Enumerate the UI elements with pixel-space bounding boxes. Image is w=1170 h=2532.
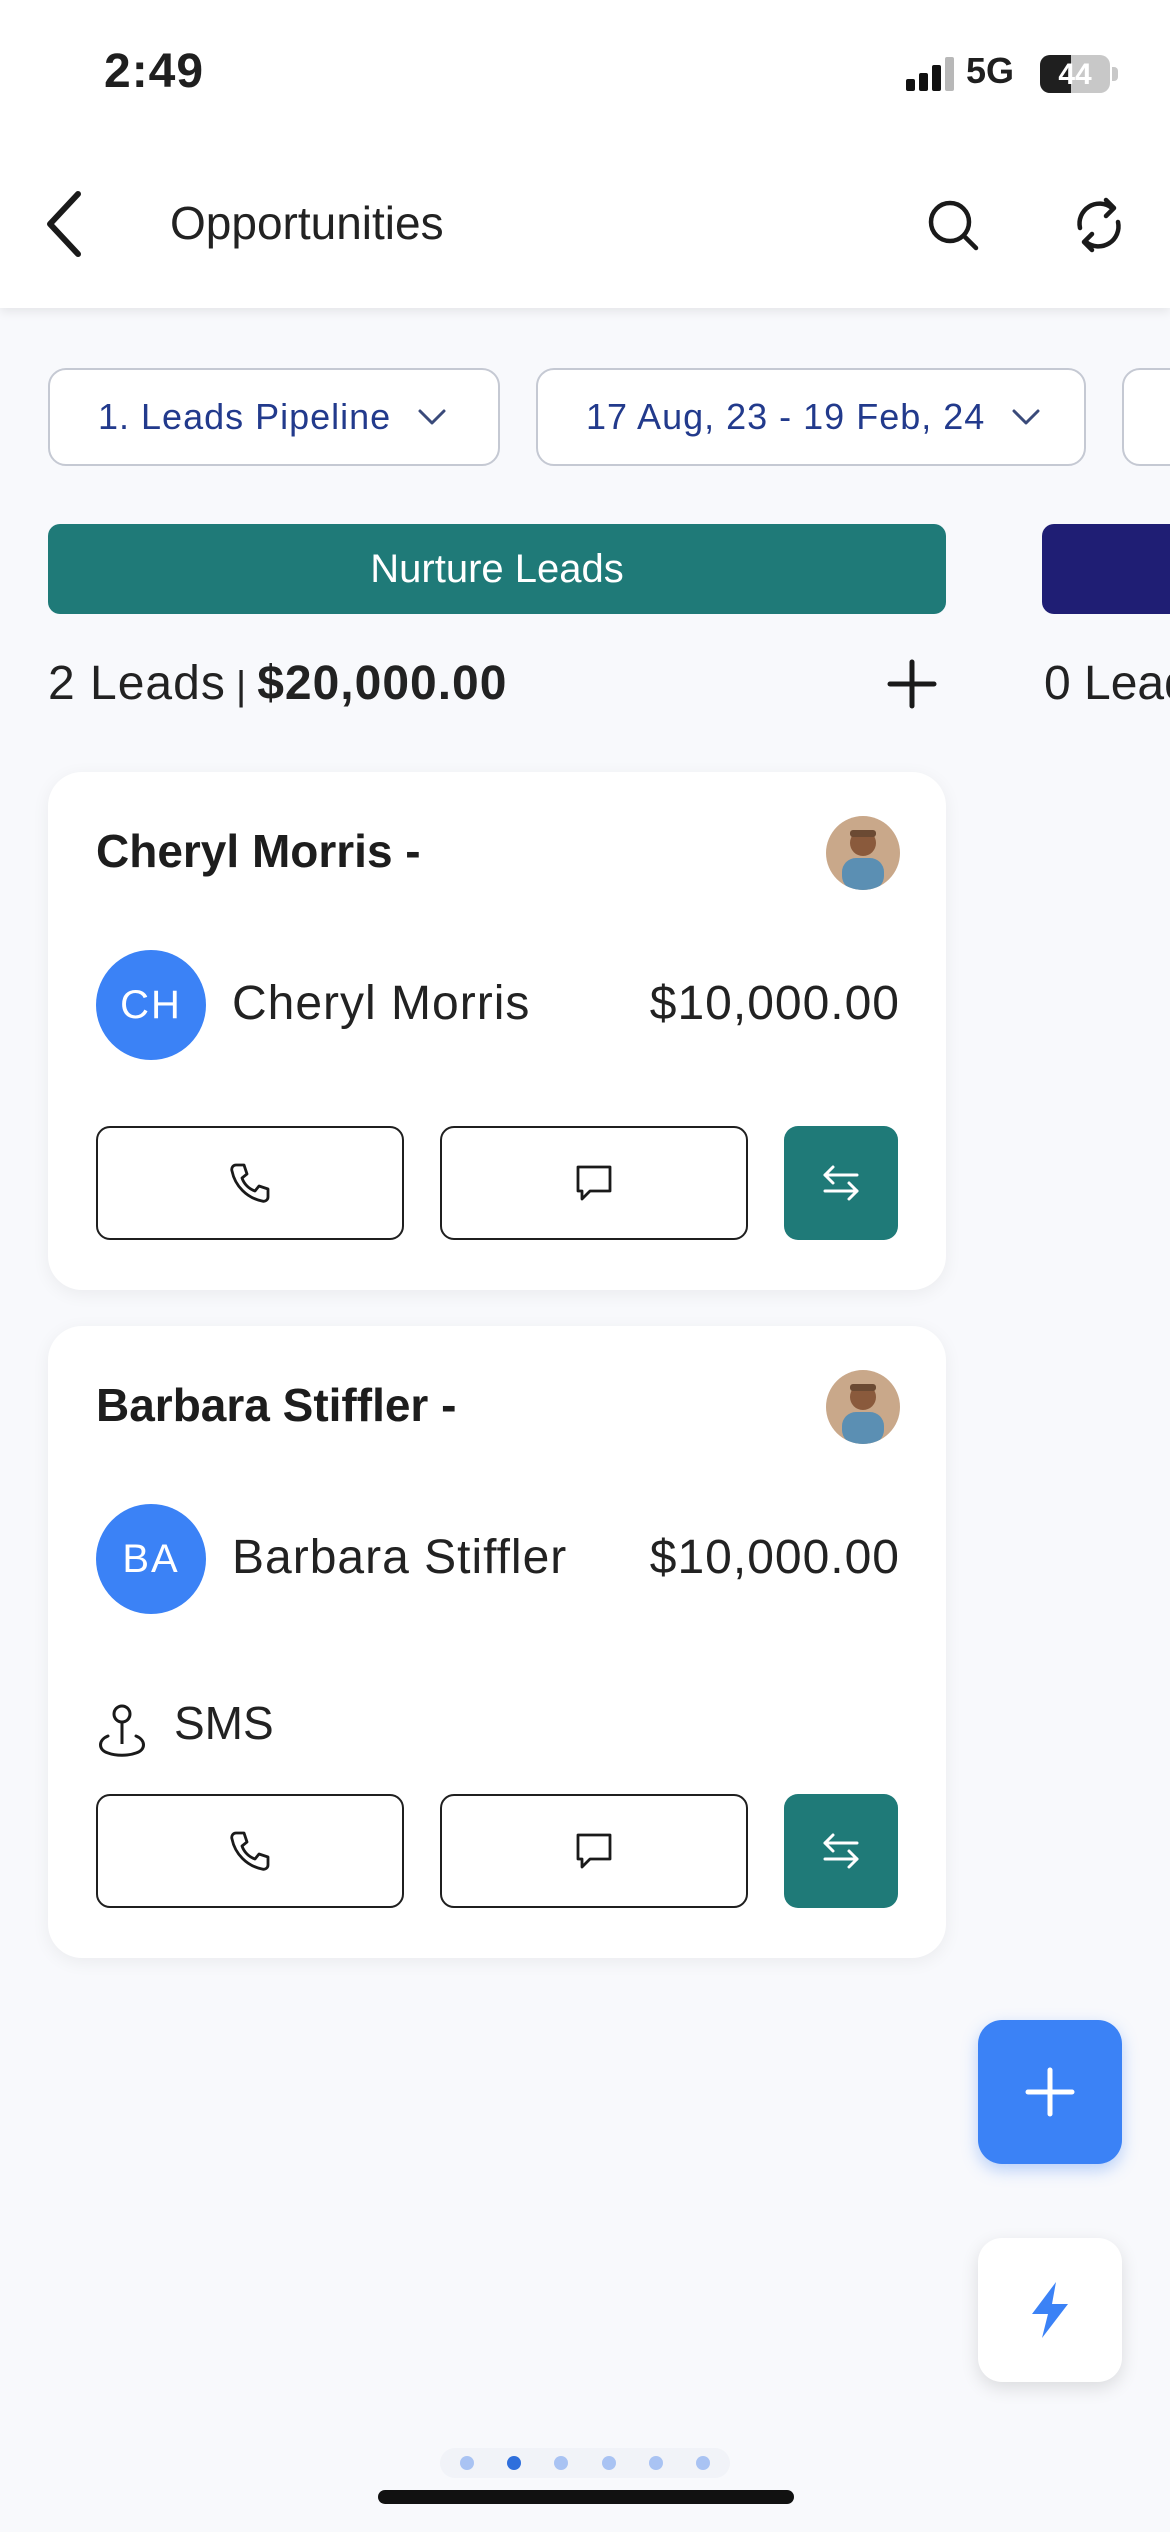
message-button[interactable] — [440, 1794, 748, 1908]
page-dot[interactable] — [695, 2456, 710, 2470]
opportunity-title: Cheryl Morris - — [96, 825, 421, 877]
battery-percentage: 44 — [1058, 58, 1092, 91]
home-indicator[interactable] — [378, 2490, 794, 2504]
stage-lead-count: 2 Leads — [48, 657, 226, 710]
stage-header-next[interactable] — [1042, 524, 1170, 614]
opportunity-title: Barbara Stiffler - — [96, 1379, 457, 1431]
opportunity-amount: $10,000.00 — [649, 1531, 900, 1584]
page-dot[interactable] — [460, 2456, 474, 2470]
additional-filter[interactable] — [1122, 368, 1170, 466]
battery-icon: 44 — [1040, 55, 1110, 93]
stage-lead-count: 0 Leads — [1044, 657, 1170, 710]
page-dot[interactable] — [648, 2456, 663, 2470]
plus-icon — [1025, 2067, 1075, 2117]
swap-arrows-icon — [823, 1833, 859, 1869]
message-icon — [576, 1165, 612, 1201]
opportunity-amount: $10,000.00 — [649, 977, 900, 1030]
message-button[interactable] — [440, 1126, 748, 1240]
message-icon — [576, 1833, 612, 1869]
date-range-select[interactable]: 17 Aug, 23 - 19 Feb, 24 — [536, 368, 1086, 466]
add-opportunity-fab[interactable] — [978, 2020, 1122, 2164]
chevron-down-icon — [418, 409, 446, 425]
battery-tip — [1112, 67, 1118, 81]
contact-name: Cheryl Morris — [232, 977, 531, 1030]
stage-summary: 2 Leads | $20,000.00 — [48, 656, 507, 711]
pipeline-select[interactable]: 1. Leads Pipeline — [48, 368, 500, 466]
owner-avatar[interactable] — [826, 1370, 900, 1444]
chevron-down-icon — [1012, 409, 1040, 425]
search-icon[interactable] — [920, 192, 986, 258]
source-pin-icon — [99, 1704, 145, 1757]
page-dot[interactable] — [554, 2456, 569, 2470]
lightning-bolt-icon — [1032, 2282, 1068, 2338]
stage-name: Nurture Leads — [370, 546, 624, 591]
cellular-signal-icon — [906, 57, 954, 91]
move-stage-button[interactable] — [784, 1126, 898, 1240]
chevron-left-icon[interactable] — [36, 186, 96, 262]
phone-icon — [230, 1163, 270, 1203]
call-button[interactable] — [96, 1126, 404, 1240]
lead-source: SMS — [174, 1697, 274, 1749]
page-dot[interactable] — [601, 2456, 616, 2470]
separator: | — [235, 664, 248, 708]
call-button[interactable] — [96, 1794, 404, 1908]
page-dot-active[interactable] — [507, 2456, 522, 2470]
page-title: Opportunities — [170, 197, 444, 249]
stage-header-nurture-leads[interactable]: Nurture Leads — [48, 524, 946, 614]
pipeline-select-value: 1. Leads Pipeline — [98, 396, 392, 437]
network-type: 5G — [966, 50, 1015, 91]
stage-total: $20,000.00 — [257, 657, 508, 710]
add-lead-button[interactable] — [882, 654, 942, 714]
phone-icon — [230, 1831, 270, 1871]
move-stage-button[interactable] — [784, 1794, 898, 1908]
owner-photo — [826, 816, 900, 890]
owner-photo — [826, 1370, 900, 1444]
opportunity-card[interactable]: Barbara Stiffler - BA Barbara Stiffler $… — [48, 1326, 946, 1958]
status-time: 2:49 — [104, 45, 205, 98]
quick-actions-fab[interactable] — [978, 2238, 1122, 2382]
contact-avatar: BA — [96, 1504, 206, 1614]
swap-arrows-icon — [823, 1165, 859, 1201]
date-range-value: 17 Aug, 23 - 19 Feb, 24 — [586, 396, 986, 437]
opportunity-card[interactable]: Cheryl Morris - CH Cheryl Morris $10,000… — [48, 772, 946, 1290]
refresh-icon[interactable] — [1066, 192, 1132, 258]
stage-page-indicator — [440, 2448, 730, 2478]
contact-avatar: CH — [96, 950, 206, 1060]
contact-name: Barbara Stiffler — [232, 1531, 568, 1584]
owner-avatar[interactable] — [826, 816, 900, 890]
